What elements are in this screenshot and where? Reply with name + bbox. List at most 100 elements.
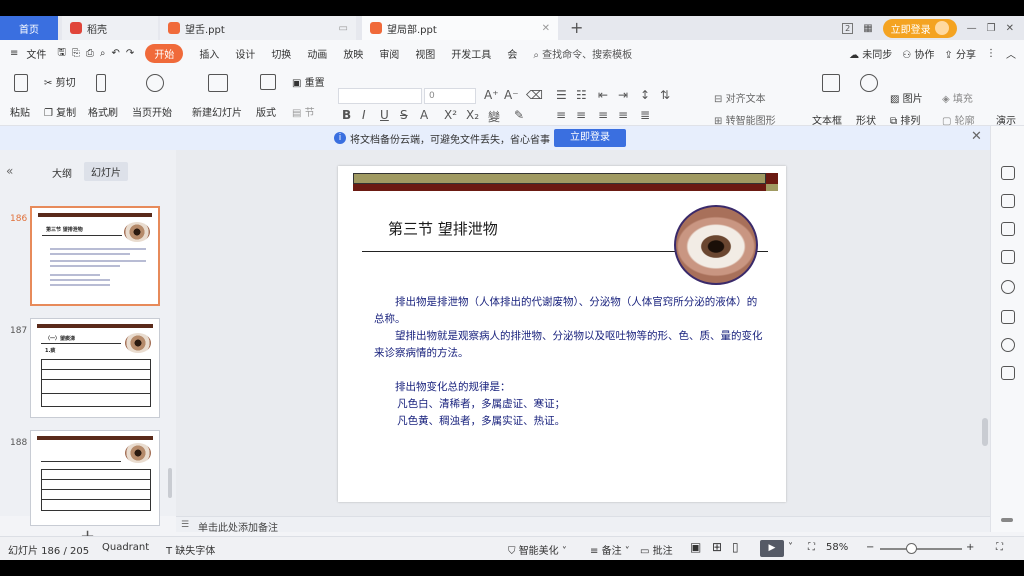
tab-monitor-icon[interactable]: ▭ [339, 23, 348, 34]
print-icon[interactable]: ⎙ [86, 48, 94, 59]
more-icon[interactable] [1001, 518, 1013, 522]
menu-transition[interactable]: 切换 [271, 46, 291, 61]
line-spacing-icon[interactable]: ↕ [640, 88, 650, 102]
align-center-icon[interactable]: ≡ [576, 108, 586, 122]
slideshow-play-button[interactable]: ▶ [760, 540, 784, 557]
paste-button[interactable]: 粘贴 [10, 104, 30, 119]
layout-switch-icon[interactable]: 2 [842, 22, 854, 34]
bullet-list-icon[interactable]: ☰ [556, 88, 567, 102]
font-name-select[interactable] [338, 88, 422, 104]
section-button[interactable]: ▤ 节 [292, 104, 315, 119]
collapse-panel-icon[interactable]: « [6, 164, 13, 178]
phonetic-icon[interactable]: 變 [488, 108, 500, 125]
settings-icon[interactable] [1001, 194, 1015, 208]
minimize-icon[interactable]: — [967, 23, 977, 34]
collab-button[interactable]: ⚇ 协作 [902, 46, 934, 61]
panel-scrollbar[interactable] [168, 468, 172, 498]
share-button[interactable]: ⇪ 分享 [944, 46, 976, 61]
comments-toggle[interactable]: ▭ 批注 [640, 542, 673, 557]
format-painter-button[interactable]: 格式刷 [88, 104, 118, 119]
distribute-icon[interactable]: ≣ [640, 108, 650, 122]
fill-button[interactable]: ◈ 填充 [942, 90, 973, 105]
outline-button[interactable]: ▢ 轮廓 [942, 112, 975, 127]
close-icon[interactable]: ✕ [1006, 23, 1014, 34]
copy-icon[interactable] [1001, 250, 1015, 264]
layout-button[interactable]: 版式 [256, 104, 276, 119]
textbox-button[interactable]: 文本框 [812, 112, 842, 127]
increase-font-icon[interactable]: A⁺ [484, 88, 499, 102]
export-icon[interactable]: ⎘ [72, 48, 80, 59]
align-right-icon[interactable]: ≡ [598, 108, 608, 122]
sorter-view-icon[interactable]: ⊞ [712, 540, 722, 554]
redo-icon[interactable]: ↷ [126, 48, 134, 59]
tab-close-icon[interactable]: ✕ [542, 23, 550, 34]
save-icon[interactable]: 🖫 [57, 45, 66, 62]
new-slide-button[interactable]: 新建幻灯片 [192, 104, 242, 119]
indent-increase-icon[interactable]: ⇥ [618, 88, 628, 102]
menu-review[interactable]: 审阅 [379, 46, 399, 61]
font-size-select[interactable]: 0 [424, 88, 476, 104]
cut-button[interactable]: ✂ 剪切 [44, 74, 76, 89]
normal-view-icon[interactable]: ▣ [690, 540, 701, 554]
menu-developer[interactable]: 开发工具 [451, 46, 491, 61]
hamburger-icon[interactable]: ≡ [10, 48, 18, 59]
command-search[interactable]: ⌕ 查找命令、搜索模板 [533, 46, 632, 61]
tab-outline[interactable]: 大纲 [52, 165, 72, 180]
notification-login-button[interactable]: 立即登录 [554, 129, 626, 147]
textbox-icon[interactable] [822, 74, 840, 92]
bold-icon[interactable]: B [342, 108, 351, 122]
slide-thumbnail-187[interactable]: （一）望痰涕 1.痰 [30, 318, 160, 418]
slide-thumbnail-188[interactable] [30, 430, 160, 526]
menu-animation[interactable]: 动画 [307, 46, 327, 61]
undo-icon[interactable]: ↶ [112, 48, 120, 59]
grid-icon[interactable]: ▦ [863, 23, 872, 34]
strikethrough-icon[interactable]: S [400, 108, 408, 122]
tab-slides[interactable]: 幻灯片 [84, 162, 128, 181]
location-icon[interactable] [1001, 338, 1015, 352]
picture-button[interactable]: ▨ 图片 [890, 90, 923, 105]
slide-body-text[interactable]: 排出物是排泄物（人体排出的代谢废物）、分泌物（人体官窍所分泌的液体）的总称。 望… [374, 294, 764, 430]
notification-close-icon[interactable]: ✕ [971, 129, 982, 144]
new-tab-button[interactable]: + [570, 18, 583, 37]
beautify-button[interactable]: ⛉ 智能美化 ˅ [508, 542, 567, 557]
notes-toggle[interactable]: ≡ 备注 ˅ [590, 542, 630, 557]
collapse-ribbon-icon[interactable]: ︿ [1006, 46, 1016, 61]
align-left-icon[interactable]: ≡ [556, 108, 566, 122]
restore-icon[interactable]: ❐ [987, 23, 996, 34]
justify-icon[interactable]: ≡ [618, 108, 628, 122]
copy-button[interactable]: ❐ 复制 [44, 104, 76, 119]
more-icon[interactable]: ⋮ [986, 48, 996, 59]
play-options-icon[interactable]: ˅ [788, 542, 793, 553]
subscript-icon[interactable]: X₂ [466, 108, 479, 122]
fit-window-icon[interactable]: ⛶ [808, 542, 815, 553]
design-icon[interactable] [1001, 166, 1015, 180]
start-from-current-button[interactable]: 当页开始 [132, 104, 172, 119]
indent-decrease-icon[interactable]: ⇤ [598, 88, 608, 102]
zoom-out-icon[interactable]: − [866, 542, 874, 553]
font-color-icon[interactable]: A [420, 108, 428, 122]
menu-member[interactable]: 会 [507, 46, 517, 61]
align-text-button[interactable]: ⊟ 对齐文本 [714, 90, 766, 105]
shape-icon[interactable] [860, 74, 878, 92]
new-slide-icon[interactable] [208, 74, 228, 92]
paste-icon[interactable] [14, 74, 28, 92]
notes-pane[interactable]: ☰ 单击此处添加备注 [176, 516, 990, 534]
menu-design[interactable]: 设计 [235, 46, 255, 61]
zoom-level[interactable]: 58% [826, 542, 848, 553]
tab-document-2[interactable]: 望局部.ppt ✕ [362, 16, 558, 40]
brush-icon[interactable] [96, 74, 106, 92]
reading-view-icon[interactable]: ▯ [732, 540, 739, 554]
eye-image[interactable] [674, 205, 758, 285]
decrease-font-icon[interactable]: A⁻ [504, 88, 519, 102]
arrange-button[interactable]: ⧉ 排列 [890, 112, 920, 127]
sync-status[interactable]: ☁ 未同步 [849, 46, 892, 61]
slide-thumbnail-186[interactable]: 第三节 望排泄物 [30, 206, 160, 306]
layout-icon[interactable] [260, 74, 276, 90]
effects-icon[interactable] [1001, 222, 1015, 236]
fullscreen-icon[interactable]: ⛶ [996, 542, 1003, 553]
number-list-icon[interactable]: ☷ [576, 88, 587, 102]
menu-insert[interactable]: 插入 [199, 46, 219, 61]
help-icon[interactable] [1001, 280, 1015, 294]
image-icon[interactable] [1001, 310, 1015, 324]
missing-font-button[interactable]: T 缺失字体 [166, 542, 215, 557]
